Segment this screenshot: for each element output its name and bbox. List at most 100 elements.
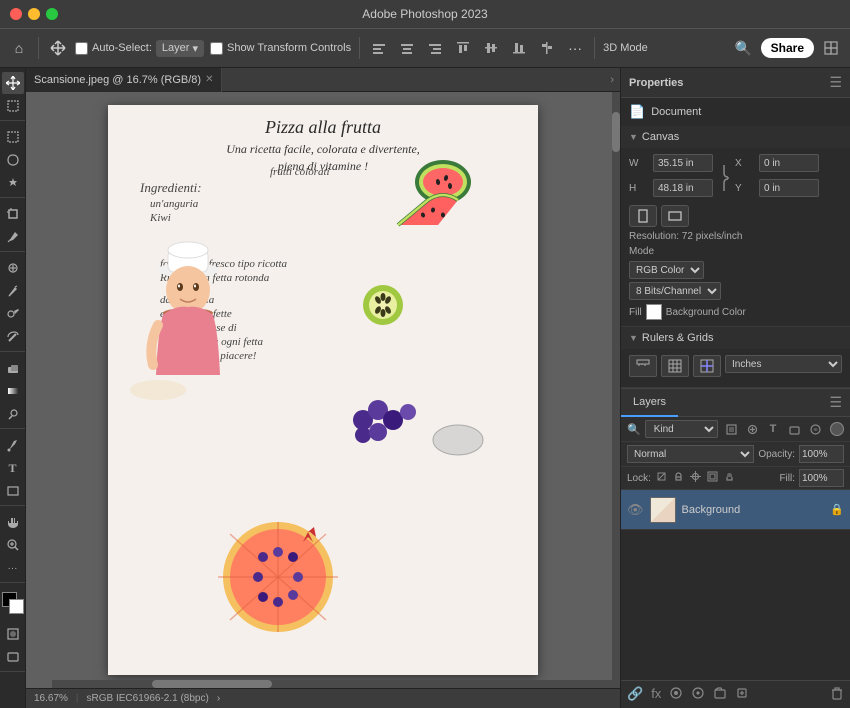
depth-select[interactable]: 8 Bits/Channel: [629, 282, 721, 300]
tab-title: Scansione.jpeg @ 16.7% (RGB/8): [34, 74, 201, 86]
align-left-icon[interactable]: [368, 37, 390, 59]
filter-smart-icon[interactable]: [806, 420, 824, 438]
pen-tool[interactable]: [2, 434, 24, 456]
layer-mask-icon[interactable]: [669, 686, 683, 703]
mode-select[interactable]: RGB Color: [629, 261, 704, 279]
layer-effects-icon[interactable]: fx: [651, 686, 661, 703]
brush-tool[interactable]: [2, 280, 24, 302]
fill-color-swatch[interactable]: [646, 304, 662, 320]
new-layer-icon[interactable]: [735, 686, 749, 703]
canvas-scroll-area[interactable]: Pizza alla frutta Una ricetta facile, co…: [26, 92, 620, 688]
auto-select-check[interactable]: Auto-Select: Layer ▾: [75, 40, 204, 57]
magic-wand-tool[interactable]: [2, 172, 24, 194]
dodge-tool[interactable]: [2, 403, 24, 425]
filter-kind-select[interactable]: Kind: [645, 420, 718, 438]
align-center-icon[interactable]: [396, 37, 418, 59]
align-right-icon[interactable]: [424, 37, 446, 59]
rulers-icon[interactable]: [629, 355, 657, 377]
quick-mask-mode[interactable]: [2, 623, 24, 645]
statusbar-arrow[interactable]: ›: [217, 693, 220, 704]
guides-icon[interactable]: [693, 355, 721, 377]
distribute-vert-icon[interactable]: [536, 37, 558, 59]
fill-value-input[interactable]: [799, 469, 844, 487]
gradient-tool[interactable]: [2, 380, 24, 402]
filter-shape-icon[interactable]: [785, 420, 803, 438]
more-tools[interactable]: ···: [2, 557, 24, 579]
distribute-bot-icon[interactable]: [508, 37, 530, 59]
transform-checkbox[interactable]: [210, 42, 223, 55]
document-tab[interactable]: Scansione.jpeg @ 16.7% (RGB/8) ✕: [26, 68, 222, 92]
background-color[interactable]: [9, 599, 24, 614]
width-input[interactable]: [653, 154, 713, 172]
layers-panel-header: Layers ☰: [621, 389, 850, 417]
auto-select-checkbox[interactable]: [75, 42, 88, 55]
eraser-tool[interactable]: [2, 357, 24, 379]
transform-check[interactable]: Show Transform Controls: [210, 42, 351, 55]
layers-tab[interactable]: Layers: [621, 389, 678, 417]
text-tool[interactable]: T: [2, 457, 24, 479]
landscape-icon[interactable]: [661, 205, 689, 227]
minimize-button[interactable]: [28, 8, 40, 20]
heal-tool[interactable]: [2, 257, 24, 279]
units-select[interactable]: Inches: [725, 355, 842, 373]
horizontal-scrollbar[interactable]: [52, 680, 612, 688]
delete-layer-icon[interactable]: [830, 686, 844, 703]
layers-menu-icon[interactable]: ☰: [821, 394, 850, 411]
y-input[interactable]: [759, 179, 819, 197]
new-group-icon[interactable]: [713, 686, 727, 703]
tab-scroll-right[interactable]: ›: [604, 74, 620, 86]
background-layer-row[interactable]: 👁 Background 🔒: [621, 490, 850, 530]
lock-all-icon[interactable]: [723, 470, 736, 486]
distribute-mid-icon[interactable]: [480, 37, 502, 59]
filter-type-icon[interactable]: T: [764, 420, 782, 438]
screen-mode[interactable]: [2, 646, 24, 668]
share-button[interactable]: Share: [761, 38, 814, 58]
layer-thumb-inner: [651, 498, 675, 522]
filter-enabled-indicator[interactable]: [830, 422, 844, 436]
maximize-button[interactable]: [46, 8, 58, 20]
hand-tool[interactable]: [2, 511, 24, 533]
portrait-icon[interactable]: [629, 205, 657, 227]
lasso-tool[interactable]: [2, 149, 24, 171]
marquee-tool[interactable]: [2, 126, 24, 148]
filter-pixel-icon[interactable]: [722, 420, 740, 438]
horizontal-scrollbar-thumb[interactable]: [152, 680, 272, 688]
lock-image-icon[interactable]: [672, 470, 685, 486]
canvas-section-header[interactable]: ▼ Canvas: [621, 126, 850, 148]
layer-type-btn[interactable]: Layer ▾: [156, 40, 204, 57]
transform-tool[interactable]: [2, 95, 24, 117]
shape-tool[interactable]: [2, 480, 24, 502]
link-dimensions-icon[interactable]: [717, 163, 731, 193]
zoom-tool[interactable]: [2, 534, 24, 556]
blend-mode-select[interactable]: Normal: [627, 445, 754, 463]
eyedropper-tool[interactable]: [2, 226, 24, 248]
home-icon[interactable]: ⌂: [8, 37, 30, 59]
lock-transparent-icon[interactable]: [655, 470, 668, 486]
distribute-top-icon[interactable]: [452, 37, 474, 59]
rulers-section-header[interactable]: ▼ Rulers & Grids: [621, 327, 850, 349]
height-input[interactable]: [653, 179, 713, 197]
vertical-scrollbar-thumb[interactable]: [612, 112, 620, 152]
move-tool[interactable]: [2, 72, 24, 94]
clone-tool[interactable]: [2, 303, 24, 325]
tab-close-icon[interactable]: ✕: [205, 74, 213, 85]
distribute-more-icon[interactable]: ···: [564, 37, 586, 59]
filter-adjustment-icon[interactable]: [743, 420, 761, 438]
move-tool-icon[interactable]: [47, 37, 69, 59]
opacity-input[interactable]: [799, 445, 844, 463]
link-layers-icon[interactable]: 🔗: [627, 686, 643, 703]
search-icon[interactable]: 🔍: [733, 37, 755, 59]
crop-tool[interactable]: [2, 203, 24, 225]
history-brush-tool[interactable]: [2, 326, 24, 348]
vertical-scrollbar[interactable]: [612, 92, 620, 688]
adjustment-layer-icon[interactable]: [691, 686, 705, 703]
lock-position-icon[interactable]: [689, 470, 702, 486]
grid-icon[interactable]: [661, 355, 689, 377]
arrange-icon[interactable]: [820, 37, 842, 59]
kiwi-illustration: [358, 280, 408, 333]
close-button[interactable]: [10, 8, 22, 20]
x-input[interactable]: [759, 154, 819, 172]
properties-menu-icon[interactable]: ☰: [829, 74, 842, 91]
layer-visibility-icon[interactable]: 👁: [627, 502, 644, 518]
lock-artboard-icon[interactable]: [706, 470, 719, 486]
